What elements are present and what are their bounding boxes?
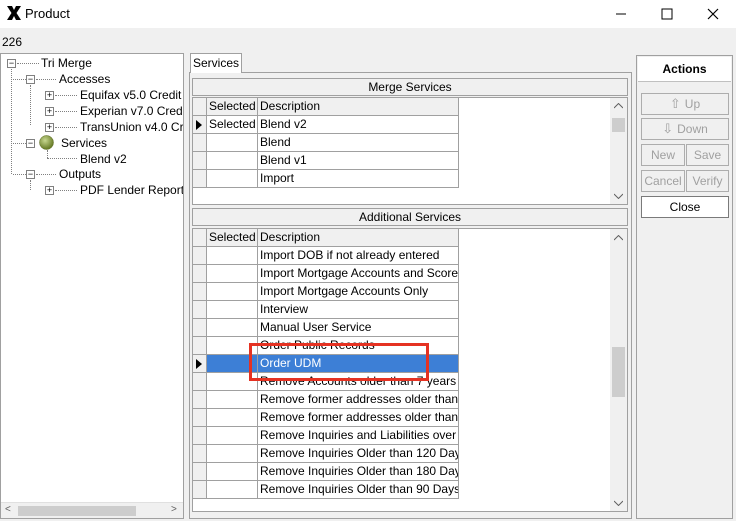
- arrow-down-icon: ⇩: [662, 121, 674, 136]
- column-header-selected[interactable]: Selected: [207, 229, 258, 247]
- scroll-up-icon[interactable]: [614, 235, 623, 241]
- collapse-icon[interactable]: −: [26, 170, 35, 179]
- table-row[interactable]: Remove former addresses older than 24 m: [193, 391, 459, 409]
- tree-access-item[interactable]: TransUnion v4.0 Credi: [80, 119, 183, 135]
- table-row[interactable]: Blend v1: [193, 152, 459, 170]
- table-row[interactable]: Import Mortgage Accounts and Scores: [193, 265, 459, 283]
- new-button[interactable]: New: [641, 144, 685, 166]
- up-button[interactable]: ⇧ Up: [641, 93, 729, 115]
- row-pointer-icon: [193, 116, 207, 134]
- merge-services-header: Merge Services: [192, 78, 628, 96]
- highlight-annotation-box: [249, 343, 429, 381]
- table-row[interactable]: Interview: [193, 301, 459, 319]
- table-row[interactable]: Remove Inquiries Older than 120 Days: [193, 445, 459, 463]
- table-row[interactable]: Remove former addresses older than 36 m: [193, 409, 459, 427]
- collapse-icon[interactable]: −: [26, 75, 35, 84]
- column-header-selected[interactable]: Selected: [207, 98, 258, 116]
- merge-vertical-scrollbar[interactable]: [610, 98, 627, 204]
- scroll-thumb[interactable]: [612, 347, 625, 397]
- title-bar: Product: [0, 0, 736, 28]
- scroll-thumb[interactable]: [612, 118, 625, 132]
- scroll-thumb[interactable]: [18, 506, 136, 516]
- additional-services-header: Additional Services: [192, 208, 628, 226]
- tree-horizontal-scrollbar[interactable]: < >: [1, 502, 183, 518]
- services-status-icon: [39, 135, 54, 150]
- column-header-description[interactable]: Description: [258, 98, 459, 116]
- arrow-up-icon: ⇧: [669, 96, 681, 111]
- expand-icon[interactable]: +: [45, 186, 54, 195]
- column-header-description[interactable]: Description: [258, 229, 459, 247]
- scroll-down-icon[interactable]: [614, 500, 623, 506]
- save-button[interactable]: Save: [686, 144, 729, 166]
- cancel-button[interactable]: Cancel: [641, 170, 685, 192]
- minimize-icon: [616, 13, 626, 15]
- row-pointer-icon: [193, 355, 207, 373]
- table-row[interactable]: Manual User Service: [193, 319, 459, 337]
- actions-title: Actions: [638, 57, 731, 82]
- expand-icon[interactable]: +: [45, 107, 54, 116]
- table-row[interactable]: Import: [193, 170, 459, 188]
- scroll-up-icon[interactable]: [614, 103, 623, 109]
- tree-outputs[interactable]: Outputs: [59, 166, 101, 182]
- scroll-down-icon[interactable]: [614, 193, 623, 199]
- minimize-button[interactable]: [598, 0, 644, 28]
- tree-accesses[interactable]: Accesses: [59, 71, 110, 87]
- table-row[interactable]: Import Mortgage Accounts Only: [193, 283, 459, 301]
- grid-header-row: Selected Description: [193, 229, 459, 247]
- product-tree[interactable]: − Tri Merge − Accesses + Equifax v5.0 Cr…: [0, 53, 184, 519]
- table-row[interactable]: Blend: [193, 134, 459, 152]
- expand-icon[interactable]: +: [45, 123, 54, 132]
- table-row[interactable]: Remove Inquiries Older than 90 Days: [193, 481, 459, 499]
- window-title: Product: [25, 6, 70, 21]
- table-row[interactable]: Selected Blend v2: [193, 116, 459, 134]
- close-window-button[interactable]: [690, 0, 736, 28]
- close-icon: [707, 8, 719, 20]
- scroll-right-icon[interactable]: >: [171, 504, 177, 515]
- tree-service-item[interactable]: Blend v2: [80, 151, 127, 167]
- app-x-icon: [7, 6, 21, 20]
- tree-services[interactable]: Services: [61, 135, 107, 151]
- maximize-button[interactable]: [644, 0, 690, 28]
- table-row[interactable]: Remove Inquiries and Liabilities over 60…: [193, 427, 459, 445]
- tree-access-item[interactable]: Equifax v5.0 Credit Re: [80, 87, 183, 103]
- verify-button[interactable]: Verify: [686, 170, 729, 192]
- maximize-icon: [661, 8, 673, 20]
- down-button[interactable]: ⇩ Down: [641, 118, 729, 140]
- collapse-icon[interactable]: −: [26, 139, 35, 148]
- tab-services[interactable]: Services: [190, 53, 242, 73]
- record-id: 226: [2, 35, 23, 49]
- tree-output-item[interactable]: PDF Lender Report: [80, 182, 183, 198]
- table-row[interactable]: Import DOB if not already entered: [193, 247, 459, 265]
- tree-access-item[interactable]: Experian v7.0 Credit F: [80, 103, 183, 119]
- additional-vertical-scrollbar[interactable]: [610, 229, 627, 511]
- tree-root[interactable]: Tri Merge: [41, 55, 92, 71]
- collapse-icon[interactable]: −: [7, 59, 16, 68]
- expand-icon[interactable]: +: [45, 91, 54, 100]
- merge-services-grid[interactable]: Selected Description Selected Blend v2 B…: [192, 97, 628, 205]
- table-row[interactable]: Remove Inquiries Older than 180 Days: [193, 463, 459, 481]
- grid-header-row: Selected Description: [193, 98, 459, 116]
- close-button[interactable]: Close: [641, 196, 729, 218]
- scroll-left-icon[interactable]: <: [5, 504, 11, 515]
